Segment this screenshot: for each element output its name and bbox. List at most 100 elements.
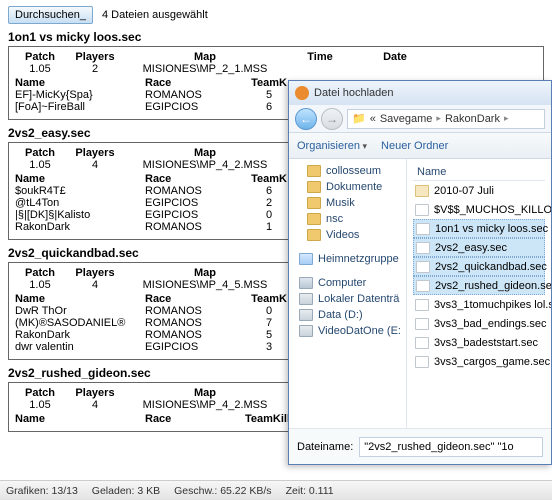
nav-item[interactable]: Heimnetzgruppe xyxy=(293,251,402,267)
status-time: Zeit: 0.111 xyxy=(286,485,334,497)
player-teamkill: 1 xyxy=(245,221,293,233)
col-hdr-players: Players xyxy=(65,51,125,63)
breadcrumb[interactable]: 📁 « Savegame ▸ RakonDark ▸ xyxy=(347,109,545,129)
browse-button[interactable]: Durchsuchen_ xyxy=(8,6,93,24)
net-icon xyxy=(299,253,313,265)
player-teamkill: 5 xyxy=(245,329,293,341)
sub-hdr-race: Race xyxy=(145,413,245,425)
filename-input[interactable] xyxy=(359,437,543,457)
col-hdr-map: Map xyxy=(125,387,285,399)
col-hdr-players: Players xyxy=(65,267,125,279)
file-row[interactable]: 3vs3_1tomuchpikes lol.sec xyxy=(413,295,545,314)
breadcrumb-segment[interactable]: Savegame xyxy=(380,113,433,125)
player-race: ROMANOS xyxy=(145,89,245,101)
file-name: 1on1 vs micky loos.sec xyxy=(435,223,548,235)
file-upload-dialog: Datei hochladen ← → 📁 « Savegame ▸ Rakon… xyxy=(288,80,552,465)
file-row[interactable]: 2vs2_easy.sec xyxy=(413,238,545,257)
chevron-right-icon: ▸ xyxy=(436,113,441,124)
drv-icon xyxy=(299,293,313,305)
new-folder-button[interactable]: Neuer Ordner xyxy=(381,140,448,152)
nav-back-button[interactable]: ← xyxy=(295,108,317,130)
player-name: $oukR4T£ xyxy=(15,185,145,197)
player-name: RakonDark xyxy=(15,221,145,233)
col-val-patch: 1.05 xyxy=(15,399,65,411)
folder-icon: 📁 xyxy=(352,112,366,125)
nav-item-label: Musik xyxy=(326,197,355,209)
file-icon xyxy=(415,318,429,330)
player-name: @tL4Ton xyxy=(15,197,145,209)
player-name: |§|[DK]§|Kalisto xyxy=(15,209,145,221)
file-row[interactable]: 2010-07 Juli xyxy=(413,181,545,200)
chevron-right-icon: ▸ xyxy=(504,113,509,124)
col-val-players: 4 xyxy=(65,399,125,411)
col-val-players: 4 xyxy=(65,279,125,291)
player-race: ROMANOS xyxy=(145,221,245,233)
list-header-name[interactable]: Name xyxy=(413,163,545,181)
file-row[interactable]: 2vs2_quickandbad.sec xyxy=(413,257,545,276)
file-name: 2vs2_rushed_gideon.sec xyxy=(435,280,551,292)
file-name: 2010-07 Juli xyxy=(434,185,494,197)
dialog-file-list[interactable]: Name 2010-07 Juli $V$$_MUCHOS_KILLOS.sec 1… xyxy=(407,159,551,428)
file-row[interactable]: 2vs2_rushed_gideon.sec xyxy=(413,276,545,295)
file-icon xyxy=(416,242,430,254)
player-name: DwR ThOr xyxy=(15,305,145,317)
nav-item[interactable]: Videos xyxy=(293,227,402,243)
status-loaded: Geladen: 3 KB xyxy=(92,485,160,497)
file-row[interactable]: 1on1 vs micky loos.sec xyxy=(413,219,545,238)
player-race: ROMANOS xyxy=(145,329,245,341)
nav-item-label: nsc xyxy=(326,213,343,225)
nav-item[interactable]: Data (D:) xyxy=(293,307,402,323)
player-race: ROMANOS xyxy=(145,317,245,329)
player-race: ROMANOS xyxy=(145,305,245,317)
file-row[interactable]: 3vs3_bad_endings.sec xyxy=(413,314,545,333)
sub-hdr-name: Name xyxy=(15,173,145,185)
nav-item-label: VideoDatOne (E: xyxy=(318,325,401,337)
col-val-map: MISIONES\MP_2_1.MSS xyxy=(125,63,285,75)
filename-label: Dateiname: xyxy=(297,441,353,453)
col-hdr-patch: Patch xyxy=(15,51,65,63)
player-name: dwr valentin xyxy=(15,341,145,353)
sub-hdr-name: Name xyxy=(15,293,145,305)
file-icon xyxy=(416,261,430,273)
file-icon xyxy=(415,356,429,368)
organize-menu[interactable]: Organisieren xyxy=(297,140,367,152)
file-icon xyxy=(416,280,430,292)
col-hdr-time: Time xyxy=(285,51,355,63)
nav-forward-button[interactable]: → xyxy=(321,108,343,130)
nav-item[interactable]: Dokumente xyxy=(293,179,402,195)
col-hdr-date: Date xyxy=(355,51,435,63)
nav-item[interactable]: Musik xyxy=(293,195,402,211)
dialog-titlebar[interactable]: Datei hochladen xyxy=(289,81,551,105)
nav-item[interactable]: collosseum xyxy=(293,163,402,179)
sub-hdr-tk: TeamK xyxy=(245,293,293,305)
file-row[interactable]: 3vs3_badeststart.sec xyxy=(413,333,545,352)
player-name: [FoA]~FireBall xyxy=(15,101,145,113)
player-race: EGIPCIOS xyxy=(145,101,245,113)
nav-item-label: Computer xyxy=(318,277,366,289)
player-race: EGIPCIOS xyxy=(145,341,245,353)
player-teamkill: 6 xyxy=(245,101,293,113)
nav-item-label: collosseum xyxy=(326,165,381,177)
file-name: 3vs3_bad_endings.sec xyxy=(434,318,547,330)
sub-hdr-race: Race xyxy=(145,173,245,185)
col-hdr-map: Map xyxy=(125,51,285,63)
nav-item[interactable]: VideoDatOne (E: xyxy=(293,323,402,339)
folder-icon xyxy=(307,181,321,193)
nav-item[interactable]: Lokaler Datenträ xyxy=(293,291,402,307)
sub-hdr-name: Name xyxy=(15,413,145,425)
col-val-map: MISIONES\MP_4_2.MSS xyxy=(125,399,285,411)
file-row[interactable]: $V$$_MUCHOS_KILLOS.sec xyxy=(413,200,545,219)
nav-item[interactable]: Computer xyxy=(293,275,402,291)
player-teamkill: 2 xyxy=(245,197,293,209)
file-icon xyxy=(415,337,429,349)
file-row[interactable]: 3vs3_cargos_game.sec xyxy=(413,352,545,371)
nav-item-label: Data (D:) xyxy=(318,309,363,321)
nav-item-label: Lokaler Datenträ xyxy=(318,293,399,305)
drv-icon xyxy=(299,325,313,337)
dialog-nav-tree[interactable]: collosseum Dokumente Musik nsc Videos Heimnet… xyxy=(289,159,407,428)
player-race: EGIPCIOS xyxy=(145,209,245,221)
col-hdr-players: Players xyxy=(65,147,125,159)
file-name: 2vs2_quickandbad.sec xyxy=(435,261,547,273)
nav-item[interactable]: nsc xyxy=(293,211,402,227)
breadcrumb-segment[interactable]: RakonDark xyxy=(445,113,500,125)
